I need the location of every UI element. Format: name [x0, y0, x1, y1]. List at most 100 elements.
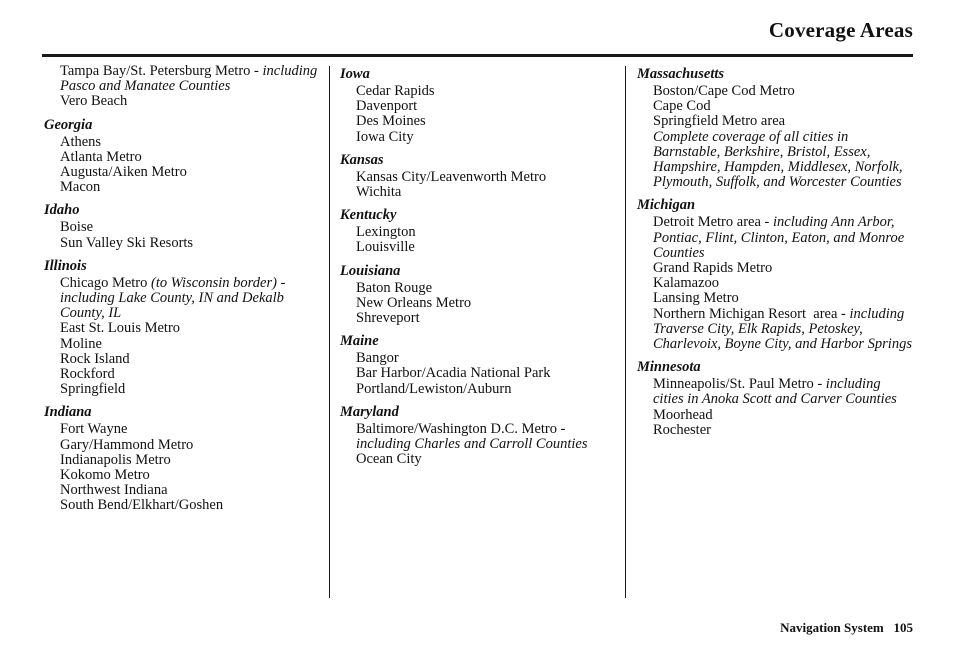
city-entry: Kansas City/Leavenworth Metro — [356, 168, 616, 185]
city-label: Lexington — [356, 224, 416, 241]
city-entry: Northwest Indiana — [60, 483, 320, 498]
city-entry: New Orleans Metro — [356, 295, 616, 311]
city-entry: Vero Beach — [60, 94, 320, 109]
city-entry: East St. Louis Metro — [60, 321, 320, 336]
city-entry: Grand Rapids Metro — [653, 260, 913, 277]
city-entry: Cape Cod — [653, 99, 913, 114]
city-label: Northwest Indiana — [60, 482, 168, 499]
city-note: Complete coverage of all cities in Barns… — [653, 128, 907, 191]
city-list: Tampa Bay/St. Petersburg Metro - includi… — [44, 63, 320, 110]
city-entry: Complete coverage of all cities in Barns… — [653, 128, 913, 191]
city-entry: Augusta/Aiken Metro — [60, 164, 320, 181]
state-block: Minnesota Minneapolis/St. Paul Metro - in… — [637, 357, 913, 438]
city-label: Moorhead — [653, 406, 713, 423]
city-label: Detroit Metro area - — [653, 214, 773, 231]
city-label: Minneapolis/St. Paul Metro - — [653, 376, 826, 393]
city-label: Indianapolis Metro — [60, 451, 171, 468]
city-list: Cedar Rapids Davenport Des Moines Iowa City — [340, 83, 616, 145]
city-label: Grand Rapids Metro — [653, 260, 773, 277]
city-list: Minneapolis/St. Paul Metro - including c… — [637, 377, 913, 438]
state-heading: Kentucky — [340, 207, 397, 224]
city-entry: Bangor — [356, 351, 616, 366]
city-entry: Northern Michigan Resort area - includin… — [653, 305, 913, 353]
state-block: Georgia Athens Atlanta Metro Augusta/Aiken … — [44, 115, 320, 196]
city-label: Baton Rouge — [356, 279, 433, 296]
city-list: Baton Rouge New Orleans Metro Shreveport — [340, 279, 616, 327]
city-entry: Davenport — [356, 99, 616, 114]
city-label: Bar Harbor/Acadia National Park — [356, 365, 551, 382]
city-label: Lansing Metro — [653, 290, 739, 307]
city-label: Kokomo Metro — [60, 467, 150, 484]
city-label: Northern Michigan Resort area - — [653, 305, 850, 322]
city-label: Rock Island — [60, 350, 130, 367]
city-entry: Baton Rouge — [356, 279, 616, 296]
state-block: Iowa Cedar Rapids Davenport Des Moines Iowa … — [340, 64, 616, 145]
city-entry: Lexington — [356, 225, 616, 240]
state-block: Louisiana Baton Rouge New Orleans Metro Shr… — [340, 261, 616, 327]
city-label: Louisville — [356, 239, 415, 256]
city-label: Cape Cod — [653, 98, 711, 115]
page: Coverage Areas Tampa Bay/St. Petersburg … — [0, 0, 954, 652]
column-1: Tampa Bay/St. Petersburg Metro - includi… — [44, 63, 320, 516]
city-entry: Portland/Lewiston/Auburn — [356, 381, 616, 397]
column-divider-2 — [625, 66, 626, 598]
city-label: Ocean City — [356, 451, 422, 468]
city-list: Fort Wayne Gary/Hammond Metro Indianapolis… — [44, 422, 320, 513]
city-label: Augusta/Aiken Metro — [60, 164, 187, 181]
city-label: Rochester — [653, 421, 711, 438]
state-heading: Michigan — [637, 197, 696, 214]
city-label: Sun Valley Ski Resorts — [60, 234, 194, 251]
state-heading: Indiana — [44, 404, 92, 421]
city-entry: Des Moines — [356, 114, 616, 129]
city-label: Vero Beach — [60, 93, 128, 110]
city-entry: Cedar Rapids — [356, 83, 616, 99]
city-label: Kansas City/Leavenworth Metro — [356, 168, 547, 185]
city-label: Davenport — [356, 98, 418, 115]
city-label: Tampa Bay/St. Petersburg Metro - — [60, 63, 263, 79]
city-label: Kalamazoo — [653, 275, 720, 292]
city-entry: Springfield Metro area — [653, 114, 913, 129]
state-block: Indiana Fort Wayne Gary/Hammond Metro India… — [44, 402, 320, 513]
city-label: East St. Louis Metro — [60, 320, 181, 337]
state-heading: Maryland — [340, 403, 399, 420]
city-list: Detroit Metro area - including Ann Arbor… — [637, 215, 913, 352]
city-label: Rockford — [60, 366, 115, 383]
city-entry: Moline — [60, 335, 320, 352]
city-entry: Lansing Metro — [653, 291, 913, 306]
city-label: Baltimore/Washington D.C. Metro - — [356, 420, 570, 437]
city-label: Fort Wayne — [60, 421, 128, 438]
city-label: Macon — [60, 179, 101, 196]
page-header: Coverage Areas — [42, 18, 913, 58]
city-entry: Moorhead — [653, 406, 913, 423]
city-entry: Sun Valley Ski Resorts — [60, 234, 320, 251]
state-heading: Minnesota — [637, 359, 701, 376]
state-heading: Kansas — [340, 151, 384, 168]
city-entry: Rockford — [60, 366, 320, 383]
city-label: Springfield Metro area — [653, 113, 786, 130]
city-label: Wichita — [356, 184, 402, 201]
city-label: South Bend/Elkhart/Goshen — [60, 497, 224, 514]
city-entry: Ocean City — [356, 452, 616, 467]
city-label: Boston/Cape Cod Metro — [653, 83, 795, 99]
city-label: Cedar Rapids — [356, 83, 435, 99]
city-label: Gary/Hammond Metro — [60, 436, 194, 453]
column-3: Massachusetts Boston/Cape Cod Metro Cape C… — [637, 64, 913, 440]
city-entry: Detroit Metro area - including Ann Arbor… — [653, 215, 913, 261]
state-block: Idaho Boise Sun Valley Ski Resorts — [44, 200, 320, 250]
city-entry: Fort Wayne — [60, 422, 320, 437]
city-label: Athens — [60, 133, 102, 150]
city-label: Springfield — [60, 381, 126, 398]
column-divider-1 — [329, 66, 330, 598]
city-entry: Athens — [60, 133, 320, 150]
city-entry: Gary/Hammond Metro — [60, 436, 320, 453]
state-block: Maine Bangor Bar Harbor/Acadia National Pa… — [340, 331, 616, 397]
city-entry: South Bend/Elkhart/Goshen — [60, 498, 320, 513]
header-rule — [42, 54, 913, 57]
city-entry: Rock Island — [60, 350, 320, 367]
city-label: Moline — [60, 335, 102, 352]
city-list: Lexington Louisville — [340, 225, 616, 255]
city-label: Chicago Metro — [60, 274, 152, 291]
city-entry: Rochester — [653, 421, 913, 438]
city-entry: Atlanta Metro — [60, 149, 320, 165]
city-entry: Shreveport — [356, 310, 616, 326]
